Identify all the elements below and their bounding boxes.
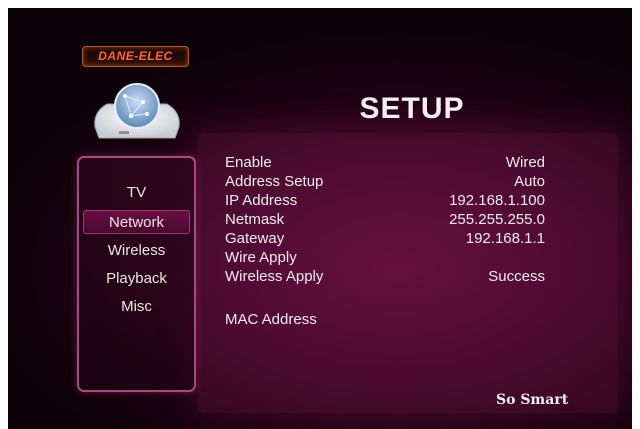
- menu-item-misc[interactable]: Misc: [79, 295, 194, 319]
- menu-item-wireless[interactable]: Wireless: [79, 239, 194, 263]
- page-title: SETUP: [359, 92, 465, 125]
- brand-slogan: So Smart: [496, 392, 569, 408]
- dane-elec-logo: DANE-ELEC: [82, 46, 189, 67]
- setting-label: Address Setup: [225, 173, 324, 190]
- menu-item-playback[interactable]: Playback: [79, 267, 194, 291]
- setting-value: Success: [488, 268, 545, 285]
- setting-value: 255.255.255.0: [449, 211, 545, 228]
- setting-row-ip-address[interactable]: IP Address 192.168.1.100: [225, 191, 545, 211]
- setting-row-mac-address[interactable]: MAC Address: [225, 310, 545, 330]
- setting-row-netmask[interactable]: Netmask 255.255.255.0: [225, 210, 545, 230]
- setting-label: Netmask: [225, 211, 285, 228]
- setting-row-wireless-apply[interactable]: Wireless Apply Success: [225, 267, 545, 287]
- menu-item-network[interactable]: Network: [83, 210, 190, 234]
- menu-item-tv[interactable]: TV: [79, 181, 194, 205]
- setting-label: IP Address: [225, 192, 298, 209]
- setting-label: Gateway: [225, 230, 285, 247]
- setting-value: 192.168.1.1: [465, 230, 545, 247]
- setting-label: MAC Address: [225, 311, 317, 328]
- setting-label: Wire Apply: [225, 249, 297, 266]
- setting-row-enable[interactable]: Enable Wired: [225, 153, 545, 173]
- setting-label: Wireless Apply: [225, 268, 324, 285]
- setting-row-gateway[interactable]: Gateway 192.168.1.1: [225, 229, 545, 249]
- setting-value: Wired: [505, 154, 545, 171]
- setup-screen: DANE-ELEC SETUP TV Network Wireless Play…: [8, 8, 632, 429]
- setting-row-address-setup[interactable]: Address Setup Auto: [225, 172, 545, 192]
- setting-value: 192.168.1.100: [449, 192, 545, 209]
- setup-menu: TV Network Wireless Playback Misc: [77, 156, 196, 392]
- setting-label: Enable: [225, 154, 272, 171]
- setting-value: Auto: [514, 173, 545, 190]
- setting-row-wire-apply[interactable]: Wire Apply: [225, 248, 545, 268]
- network-router-icon: [94, 83, 180, 139]
